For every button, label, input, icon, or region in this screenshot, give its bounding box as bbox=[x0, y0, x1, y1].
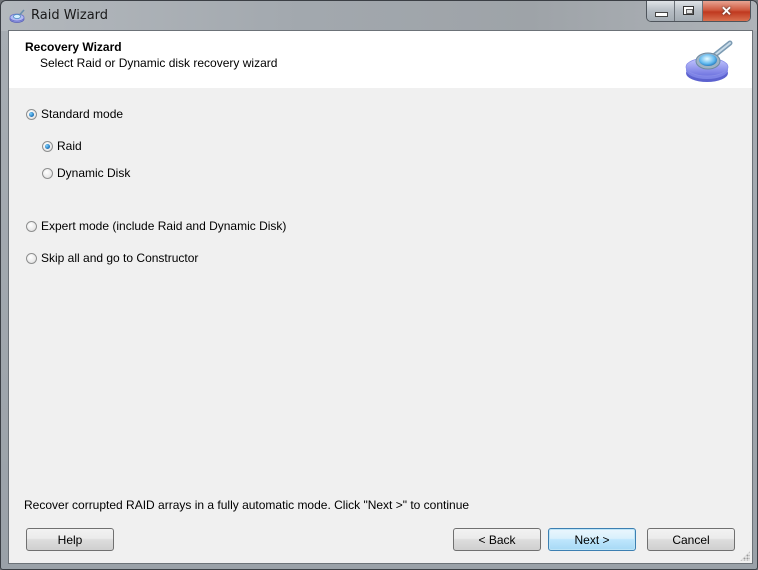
maximize-icon bbox=[683, 6, 694, 15]
radio-button[interactable] bbox=[26, 252, 37, 264]
caption-buttons: ✕ bbox=[646, 1, 751, 22]
window-title: Raid Wizard bbox=[31, 8, 109, 23]
header-subtitle: Select Raid or Dynamic disk recovery wiz… bbox=[40, 56, 278, 70]
wizard-client-area: Recovery Wizard Select Raid or Dynamic d… bbox=[8, 30, 753, 564]
disk-search-icon bbox=[9, 9, 25, 23]
resize-grip[interactable] bbox=[740, 551, 750, 561]
maximize-button[interactable] bbox=[675, 1, 703, 21]
skip-all-label: Skip all and go to Constructor bbox=[41, 251, 199, 265]
header-title: Recovery Wizard bbox=[25, 40, 122, 54]
title-bar[interactable]: Raid Wizard ✕ bbox=[1, 1, 757, 31]
radio-button[interactable] bbox=[42, 167, 53, 179]
raid-label: Raid bbox=[57, 139, 82, 153]
radio-button-checked[interactable] bbox=[42, 140, 53, 152]
help-button[interactable]: Help bbox=[26, 528, 114, 551]
raid-wizard-window: Raid Wizard ✕ Recovery Wizard Select Rai… bbox=[0, 0, 758, 570]
close-button[interactable]: ✕ bbox=[703, 1, 750, 21]
back-button[interactable]: < Back bbox=[453, 528, 541, 551]
close-icon: ✕ bbox=[721, 3, 732, 19]
minimize-icon bbox=[655, 12, 668, 17]
skip-all-radio[interactable]: Skip all and go to Constructor bbox=[26, 251, 198, 265]
expert-mode-label: Expert mode (include Raid and Dynamic Di… bbox=[41, 219, 287, 233]
minimize-button[interactable] bbox=[647, 1, 675, 21]
dynamic-disk-label: Dynamic Disk bbox=[57, 166, 131, 180]
next-button[interactable]: Next > bbox=[548, 528, 636, 551]
dynamic-disk-radio[interactable]: Dynamic Disk bbox=[42, 166, 130, 180]
disk-magnifier-icon bbox=[685, 40, 733, 82]
radio-button-checked[interactable] bbox=[26, 108, 37, 120]
expert-mode-radio[interactable]: Expert mode (include Raid and Dynamic Di… bbox=[26, 219, 286, 233]
status-description: Recover corrupted RAID arrays in a fully… bbox=[24, 498, 470, 512]
cancel-button[interactable]: Cancel bbox=[647, 528, 735, 551]
wizard-header: Recovery Wizard Select Raid or Dynamic d… bbox=[9, 31, 752, 88]
standard-mode-radio[interactable]: Standard mode bbox=[26, 107, 123, 121]
radio-button[interactable] bbox=[26, 220, 37, 232]
raid-radio[interactable]: Raid bbox=[42, 139, 82, 153]
standard-mode-label: Standard mode bbox=[41, 107, 124, 121]
